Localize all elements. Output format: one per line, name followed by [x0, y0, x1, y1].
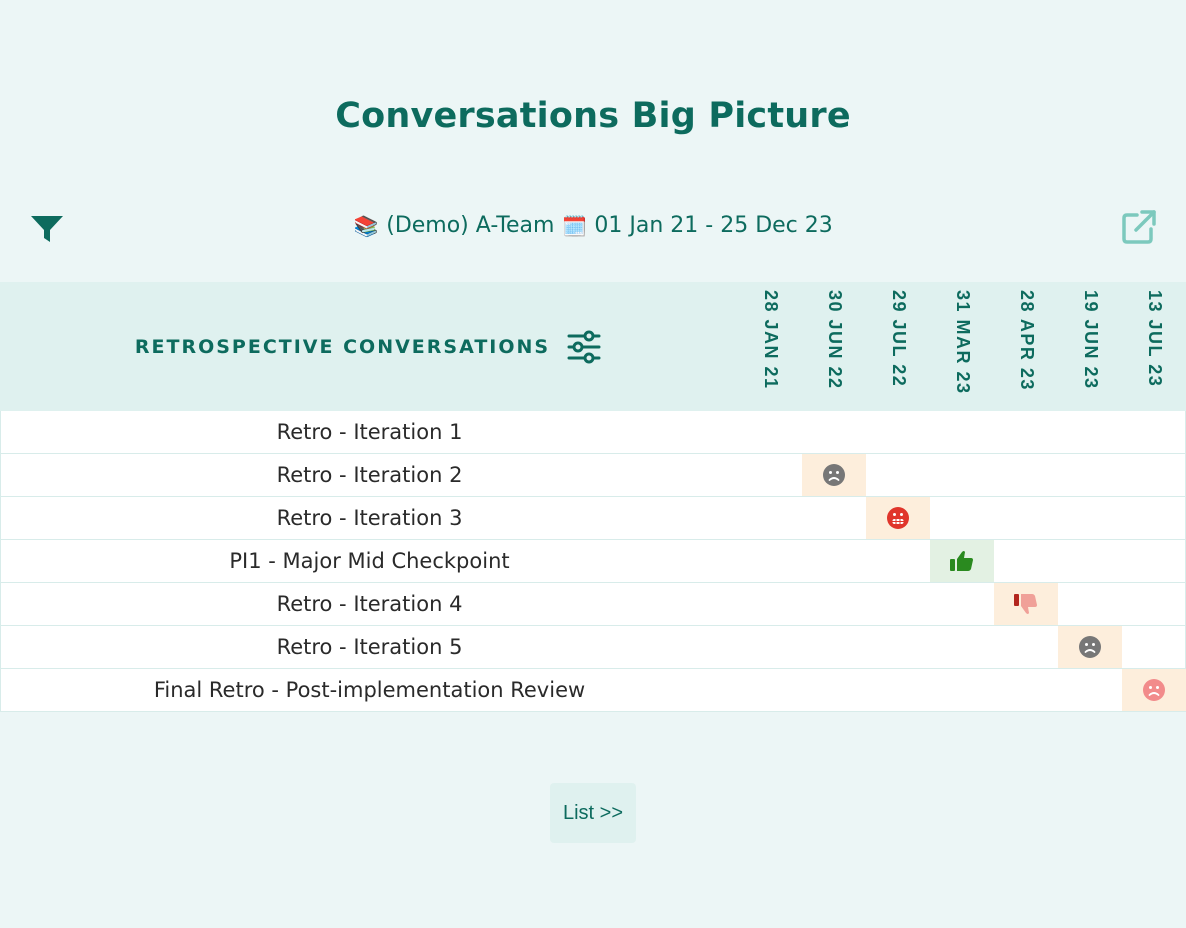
table-row[interactable]: Retro - Iteration 3: [0, 497, 1186, 540]
toolbar: 📚 (Demo) A-Team 🗓️ 01 Jan 21 - 25 Dec 23: [0, 205, 1186, 249]
date-header-label: 31 MAR 23: [953, 290, 973, 395]
conversation-name[interactable]: PI1 - Major Mid Checkpoint: [1, 540, 738, 583]
date-header: 30 JUN 22: [802, 290, 866, 406]
date-header-label: 28 APR 23: [1017, 290, 1037, 391]
conversation-name[interactable]: Final Retro - Post-implementation Review: [1, 669, 738, 712]
date-header-label: 28 JAN 21: [761, 290, 781, 390]
thumbs-up-green-icon[interactable]: [930, 540, 994, 582]
calendar-icon: 🗓️: [561, 214, 587, 238]
books-icon: 📚: [353, 214, 379, 238]
column-title: RETROSPECTIVE CONVERSATIONS: [0, 282, 737, 411]
table-row[interactable]: Retro - Iteration 5: [0, 626, 1186, 669]
date-header-label: 13 JUL 23: [1145, 290, 1165, 388]
table-row[interactable]: Retro - Iteration 4: [0, 583, 1186, 626]
date-header: 19 JUN 23: [1058, 290, 1122, 406]
date-header-label: 19 JUN 23: [1081, 290, 1101, 390]
team-date-context: 📚 (Demo) A-Team 🗓️ 01 Jan 21 - 25 Dec 23: [0, 213, 1186, 238]
table-row[interactable]: Final Retro - Post-implementation Review: [0, 669, 1186, 712]
conversations-table: RETROSPECTIVE CONVERSATIONS 28 JAN 21 30…: [0, 282, 1186, 712]
conversation-name[interactable]: Retro - Iteration 5: [1, 626, 738, 669]
conversation-name[interactable]: Retro - Iteration 4: [1, 583, 738, 626]
table-header: RETROSPECTIVE CONVERSATIONS 28 JAN 21 30…: [0, 282, 1186, 411]
date-header: 28 APR 23: [994, 290, 1058, 406]
date-header-label: 30 JUN 22: [825, 290, 845, 390]
date-header-label: 29 JUL 22: [889, 290, 909, 388]
date-header: 31 MAR 23: [930, 290, 994, 406]
list-button[interactable]: List >>: [550, 783, 636, 843]
frown-face-grey-icon[interactable]: [1058, 626, 1122, 668]
table-row[interactable]: Retro - Iteration 2: [0, 454, 1186, 497]
team-name: (Demo) A-Team: [386, 213, 555, 238]
date-header: 29 JUL 22: [866, 290, 930, 406]
date-range: 01 Jan 21 - 25 Dec 23: [594, 213, 833, 238]
page-title: Conversations Big Picture: [335, 96, 851, 136]
thumbs-down-red-icon[interactable]: [994, 583, 1058, 625]
external-link-icon[interactable]: [1119, 207, 1159, 247]
date-header: 28 JAN 21: [738, 290, 802, 406]
grimace-face-red-icon[interactable]: [866, 497, 930, 539]
column-title-label: RETROSPECTIVE CONVERSATIONS: [134, 335, 551, 358]
conversation-name[interactable]: Retro - Iteration 3: [1, 497, 738, 540]
conversation-name[interactable]: Retro - Iteration 1: [1, 411, 738, 454]
date-header: 13 JUL 23: [1122, 290, 1186, 406]
table-row[interactable]: Retro - Iteration 1: [0, 411, 1186, 454]
sliders-icon[interactable]: [566, 330, 602, 364]
table-row[interactable]: PI1 - Major Mid Checkpoint: [0, 540, 1186, 583]
frown-face-pink-icon[interactable]: [1122, 669, 1186, 711]
frown-face-grey-icon[interactable]: [802, 454, 866, 496]
conversation-name[interactable]: Retro - Iteration 2: [1, 454, 738, 497]
